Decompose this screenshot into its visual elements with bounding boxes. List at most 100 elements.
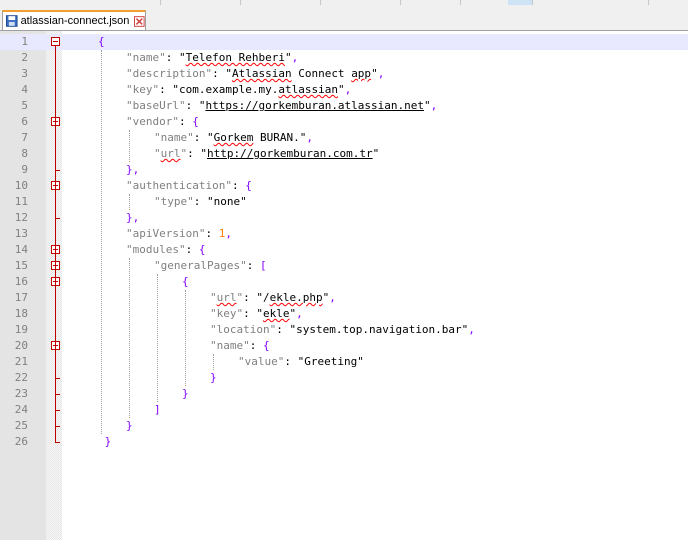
close-icon[interactable] bbox=[134, 15, 145, 27]
code-line[interactable]: 22} bbox=[0, 370, 688, 386]
code-line[interactable]: 23} bbox=[0, 386, 688, 402]
code-text[interactable]: { bbox=[182, 274, 189, 290]
code-text[interactable]: "vendor": { bbox=[126, 114, 199, 130]
code-line[interactable]: 6 "vendor": { bbox=[0, 114, 688, 130]
code-text[interactable]: "key": "ekle", bbox=[210, 306, 303, 322]
code-text[interactable]: "key": "com.example.my.atlassian", bbox=[126, 82, 351, 98]
code-text[interactable]: "name": { bbox=[210, 338, 270, 354]
code-text[interactable]: "authentication": { bbox=[126, 178, 252, 194]
code-line[interactable]: 1{ bbox=[0, 34, 688, 50]
code-line[interactable]: 13 "apiVersion": 1, bbox=[0, 226, 688, 242]
code-line[interactable]: 2 "name": "Telefon Rehberi", bbox=[0, 50, 688, 66]
code-token: "name" bbox=[210, 339, 250, 352]
code-token: " bbox=[207, 131, 214, 144]
line-number: 26 bbox=[14, 435, 28, 448]
toolbar-segment bbox=[532, 0, 649, 5]
code-text[interactable]: ] bbox=[154, 402, 161, 418]
code-line[interactable]: 18 "key": "ekle", bbox=[0, 306, 688, 322]
code-line[interactable]: 5 "baseUrl": "https://gorkemburan.atlassi… bbox=[0, 98, 688, 114]
code-token: , bbox=[291, 51, 299, 64]
code-token: "generalPages" bbox=[154, 259, 247, 272]
code-text[interactable]: "location": "system.top.navigation.bar", bbox=[210, 322, 475, 338]
code-text[interactable]: "modules": { bbox=[126, 242, 205, 258]
toolbar-segment bbox=[240, 0, 321, 5]
line-number: 25 bbox=[14, 419, 28, 432]
code-token: : bbox=[276, 323, 290, 336]
code-text[interactable]: "type": "none" bbox=[154, 194, 247, 210]
fold-toggle-icon[interactable] bbox=[51, 37, 60, 46]
code-token: , bbox=[296, 307, 303, 320]
code-token: Telefon Rehberi bbox=[185, 51, 285, 64]
code-token: [ bbox=[259, 259, 267, 272]
line-number: 16 bbox=[14, 275, 28, 288]
code-token: : bbox=[212, 67, 226, 80]
code-text[interactable]: "name": "Gorkem BURAN.", bbox=[154, 130, 313, 146]
line-number: 12 bbox=[14, 211, 28, 224]
code-token: , bbox=[306, 131, 313, 144]
code-line[interactable]: 11 "type": "none" bbox=[0, 194, 688, 210]
code-token: } bbox=[210, 371, 217, 384]
code-line[interactable]: 16 { bbox=[0, 274, 688, 290]
code-line[interactable]: 17 "url": "/ekle.php", bbox=[0, 290, 688, 306]
code-token: "modules" bbox=[126, 243, 186, 256]
code-line[interactable]: 20 "name": { bbox=[0, 338, 688, 354]
code-token: "name" bbox=[154, 131, 194, 144]
code-text[interactable]: } bbox=[182, 386, 189, 402]
code-line[interactable]: 19 "location": "system.top.navigation.bar… bbox=[0, 322, 688, 338]
tab-atlassian-connect-json[interactable]: atlassian-connect.json bbox=[2, 10, 146, 30]
code-token: Connect bbox=[291, 67, 352, 80]
code-text[interactable]: }, bbox=[126, 162, 139, 178]
code-text[interactable]: "generalPages": [ bbox=[154, 258, 267, 274]
code-token: " bbox=[284, 51, 292, 64]
line-number: 6 bbox=[21, 115, 28, 128]
code-token: , bbox=[377, 67, 385, 80]
fold-end-marker bbox=[55, 410, 60, 411]
code-token: "value" bbox=[238, 355, 285, 368]
line-number: 9 bbox=[21, 163, 28, 176]
code-line[interactable]: 7 "name": "Gorkem BURAN.", bbox=[0, 130, 688, 146]
code-line[interactable]: 9}, bbox=[0, 162, 688, 178]
toolbar-segment bbox=[460, 0, 509, 5]
code-text[interactable]: "url": "http://gorkemburan.com.tr" bbox=[154, 146, 379, 162]
code-line[interactable]: 12}, bbox=[0, 210, 688, 226]
code-text[interactable]: "url": "/ekle.php", bbox=[210, 290, 336, 306]
indent-guide bbox=[185, 290, 186, 386]
code-token: " bbox=[200, 147, 207, 160]
code-line[interactable]: 25} bbox=[0, 418, 688, 434]
code-line[interactable]: 15 "generalPages": [ bbox=[0, 258, 688, 274]
code-line[interactable]: 14 "modules": { bbox=[0, 242, 688, 258]
code-text[interactable]: } bbox=[126, 418, 133, 434]
code-token: , bbox=[468, 323, 475, 336]
code-text[interactable]: "description": "Atlassian Connect app", bbox=[126, 66, 384, 82]
code-line[interactable]: 8 "url": "http://gorkemburan.com.tr" bbox=[0, 146, 688, 162]
line-number: 5 bbox=[21, 99, 28, 112]
code-token: "com.example.my. bbox=[172, 83, 279, 96]
code-text[interactable]: "apiVersion": 1, bbox=[126, 226, 232, 242]
fold-end-marker bbox=[55, 426, 60, 427]
code-token: "none" bbox=[207, 195, 247, 208]
code-text[interactable]: } bbox=[210, 370, 217, 386]
code-line[interactable]: 3 "description": "Atlassian Connect app", bbox=[0, 66, 688, 82]
line-number: 10 bbox=[14, 179, 28, 192]
line-number: 21 bbox=[14, 355, 28, 368]
code-line[interactable]: 21 "value": "Greeting" bbox=[0, 354, 688, 370]
code-token: } bbox=[126, 419, 133, 432]
code-token: }, bbox=[126, 211, 140, 224]
code-token: " bbox=[256, 307, 263, 320]
code-token: ] bbox=[154, 403, 161, 416]
code-line[interactable]: 26 } bbox=[0, 434, 688, 450]
code-editor[interactable]: 1{2 "name": "Telefon Rehberi", 3 "descripti… bbox=[0, 31, 688, 540]
code-token: ekle.php bbox=[269, 291, 323, 304]
line-number: 7 bbox=[21, 131, 28, 144]
code-text[interactable]: "name": "Telefon Rehberi", bbox=[126, 50, 298, 66]
code-text[interactable]: "baseUrl": "https://gorkemburan.atlassia… bbox=[126, 98, 437, 114]
code-line[interactable]: 24] bbox=[0, 402, 688, 418]
code-text[interactable]: "value": "Greeting" bbox=[238, 354, 364, 370]
code-line[interactable]: 10 "authentication": { bbox=[0, 178, 688, 194]
code-line[interactable]: 4 "key": "com.example.my.atlassian", bbox=[0, 82, 688, 98]
code-token: { bbox=[263, 339, 270, 352]
code-text[interactable]: }, bbox=[126, 210, 139, 226]
code-text[interactable]: { bbox=[98, 34, 105, 50]
toolbar-segment bbox=[320, 0, 401, 5]
code-text[interactable]: } bbox=[98, 434, 112, 450]
